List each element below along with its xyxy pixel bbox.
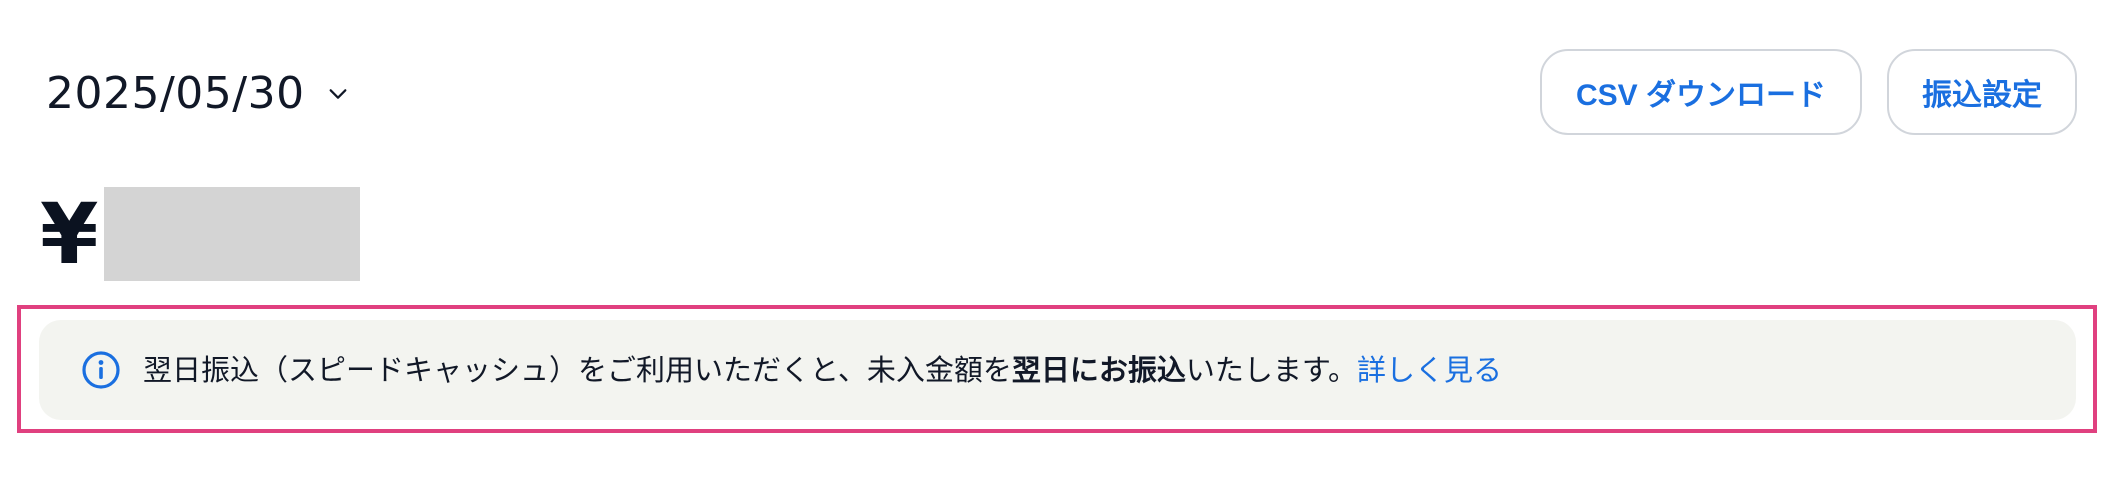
amount-redacted (104, 187, 361, 281)
info-icon (82, 351, 120, 389)
chevron-down-icon (329, 89, 347, 99)
balance-amount: ¥ (40, 185, 361, 283)
notice-text-after: いたします。 (1185, 353, 1357, 387)
transfer-settings-button[interactable]: 振込設定 (1887, 49, 2077, 135)
payout-page: 2025/05/30 CSV ダウンロード 振込設定 ¥ 翌日振込（スピードキャ… (0, 0, 2118, 502)
date-value: 2025/05/30 (46, 68, 305, 119)
learn-more-link[interactable]: 詳しく見る (1357, 353, 1502, 387)
notice-text-before: 翌日振込（スピードキャッシュ）をご利用いただくと、未入金額を (143, 353, 1012, 387)
notice-text-bold: 翌日にお振込 (1011, 353, 1186, 387)
csv-download-button[interactable]: CSV ダウンロード (1540, 49, 1862, 135)
speed-cash-notice: 翌日振込（スピードキャッシュ）をご利用いただくと、未入金額を翌日にお振込いたしま… (39, 320, 2076, 420)
date-selector[interactable]: 2025/05/30 (46, 62, 349, 126)
notice-text: 翌日振込（スピードキャッシュ）をご利用いただくと、未入金額を翌日にお振込いたしま… (143, 350, 1502, 390)
currency-symbol: ¥ (40, 185, 99, 283)
